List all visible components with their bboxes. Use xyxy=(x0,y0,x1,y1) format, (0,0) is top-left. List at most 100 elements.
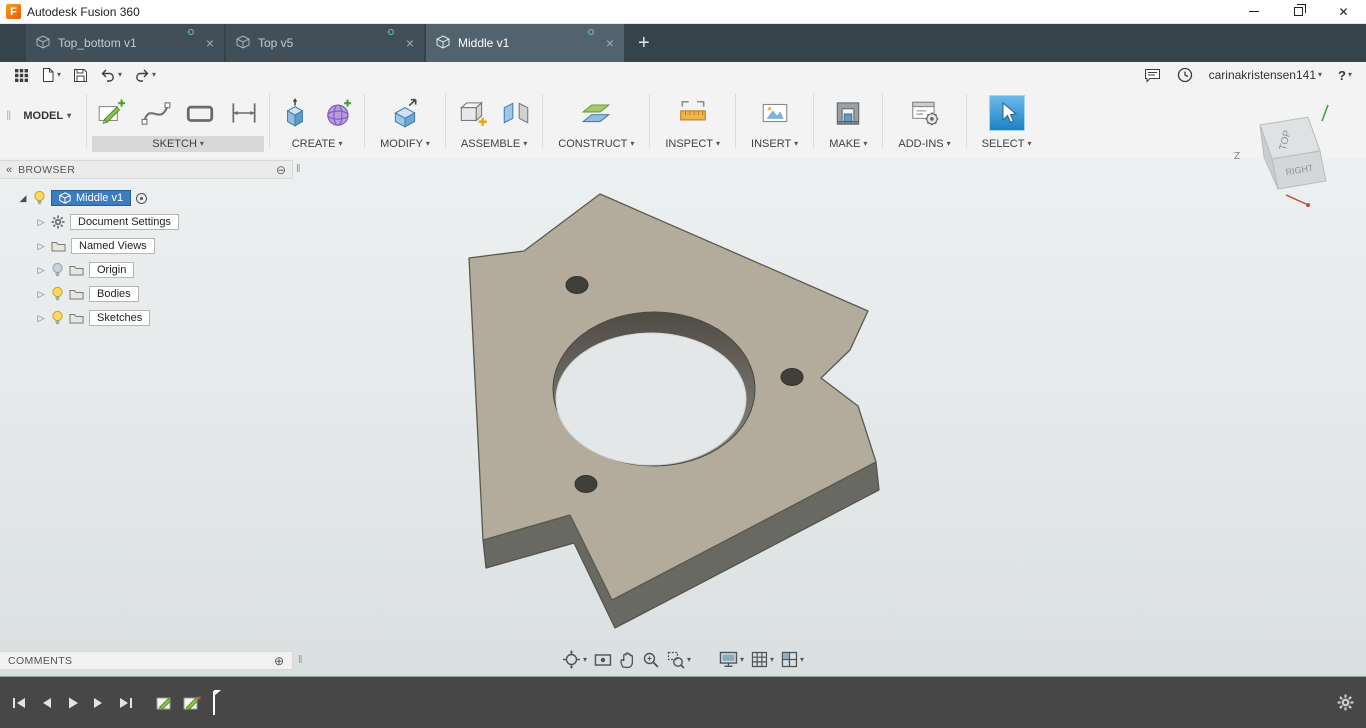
app-grid-button[interactable] xyxy=(8,64,35,86)
restore-button[interactable] xyxy=(1276,0,1321,23)
orbit-button[interactable]: ▾ xyxy=(562,650,587,669)
group-label-addins[interactable]: ADD-INS ▾ xyxy=(888,136,960,152)
file-icon xyxy=(43,68,54,82)
job-status-button[interactable] xyxy=(1171,64,1199,86)
rectangle-tool-button[interactable] xyxy=(180,93,220,133)
tree-row-root[interactable]: ◢ Middle v1 xyxy=(18,188,148,208)
group-label-sketch[interactable]: SKETCH ▾ xyxy=(92,136,265,152)
expand-open-icon[interactable]: ◢ xyxy=(18,193,28,204)
add-comment-icon[interactable]: ⊕ xyxy=(274,654,284,668)
group-label-inspect[interactable]: INSPECT ▾ xyxy=(655,136,730,152)
workspace-selector[interactable]: MODEL ▾ xyxy=(23,110,71,122)
group-label-insert[interactable]: INSERT ▾ xyxy=(741,136,808,152)
group-label-modify[interactable]: MODIFY ▾ xyxy=(370,136,440,152)
make-3d-print-button[interactable] xyxy=(828,93,868,133)
construction-plane-button[interactable] xyxy=(576,93,616,133)
modeling-canvas[interactable]: TOP RIGHT Z « BROWSER ⊖ ‖ ◢ Middle v1 ▷ … xyxy=(0,104,1366,676)
press-pull-button[interactable] xyxy=(385,93,425,133)
insert-canvas-button[interactable] xyxy=(755,93,795,133)
sketch-feature-icon[interactable] xyxy=(155,693,175,713)
sketch-feature-icon[interactable] xyxy=(182,693,202,713)
visibility-bulb-off-icon[interactable] xyxy=(51,262,64,278)
file-menu-button[interactable]: ▾ xyxy=(35,64,67,86)
browser-minimize-icon[interactable]: ⊖ xyxy=(276,163,286,177)
x-axis-line xyxy=(1285,194,1307,205)
tree-item-root[interactable]: Middle v1 xyxy=(51,190,132,206)
tree-row-origin[interactable]: ▷ Origin xyxy=(36,260,135,280)
tree-item-label[interactable]: Origin xyxy=(89,262,135,278)
tree-row-bodies[interactable]: ▷ Bodies xyxy=(36,284,139,304)
save-button[interactable] xyxy=(67,64,94,86)
timeline-playhead-marker[interactable] xyxy=(213,689,221,715)
visibility-bulb-on-icon[interactable] xyxy=(51,286,64,302)
viewcube[interactable]: TOP RIGHT Z xyxy=(1226,103,1356,213)
new-component-button[interactable] xyxy=(452,93,492,133)
group-label-make[interactable]: MAKE ▾ xyxy=(819,136,877,152)
tab-close-icon[interactable]: × xyxy=(604,35,616,51)
tab-close-icon[interactable]: × xyxy=(204,35,216,51)
viewports-button[interactable]: ▾ xyxy=(781,651,804,668)
comments-panel[interactable]: COMMENTS ⊕ xyxy=(0,651,293,670)
unsaved-indicator xyxy=(188,29,194,35)
browser-resize-grip[interactable]: ‖ xyxy=(296,163,301,175)
sketch-dimension-button[interactable] xyxy=(224,93,264,133)
tree-row-sketches[interactable]: ▷ Sketches xyxy=(36,308,151,328)
step-back-button[interactable] xyxy=(40,696,53,710)
tree-item-label[interactable]: Named Views xyxy=(71,238,155,254)
minimize-button[interactable] xyxy=(1231,0,1276,23)
zoom-button[interactable] xyxy=(642,651,660,669)
undo-button[interactable]: ▾ xyxy=(94,64,128,86)
pan-button[interactable] xyxy=(619,651,635,669)
measure-button[interactable] xyxy=(673,93,713,133)
model-viewport[interactable] xyxy=(0,158,1366,676)
user-account-menu[interactable]: carinakristensen141 ▾ xyxy=(1203,64,1328,86)
doc-tab-top-v5[interactable]: Top v5 × xyxy=(226,24,424,62)
tree-row-document-settings[interactable]: ▷ Document Settings xyxy=(36,212,179,232)
go-to-end-button[interactable] xyxy=(118,696,133,710)
expand-closed-icon[interactable]: ▷ xyxy=(36,289,46,300)
display-settings-button[interactable]: ▾ xyxy=(719,651,744,668)
expand-closed-icon[interactable]: ▷ xyxy=(36,217,46,228)
group-label-assemble[interactable]: ASSEMBLE ▾ xyxy=(451,136,537,152)
look-at-button[interactable] xyxy=(594,652,612,668)
visibility-bulb-on-icon[interactable] xyxy=(33,190,46,206)
fit-point-spline-button[interactable] xyxy=(136,93,176,133)
tab-close-icon[interactable]: × xyxy=(404,35,416,51)
grid-settings-button[interactable]: ▾ xyxy=(751,651,774,668)
timeline-settings-gear-button[interactable] xyxy=(1337,694,1354,711)
tree-item-label[interactable]: Document Settings xyxy=(70,214,179,230)
extrude-button[interactable] xyxy=(275,93,315,133)
toolbar-grip[interactable]: ‖ xyxy=(6,108,11,123)
collapse-browser-icon[interactable]: « xyxy=(6,164,12,176)
zoom-window-button[interactable]: ▾ xyxy=(667,651,691,669)
select-tool-button[interactable] xyxy=(988,95,1025,131)
comments-feed-button[interactable] xyxy=(1138,64,1167,86)
close-button[interactable]: ✕ xyxy=(1321,0,1366,23)
go-to-start-button[interactable] xyxy=(12,696,27,710)
doc-tab-middle-v1-active[interactable]: Middle v1 × xyxy=(426,24,624,62)
expand-closed-icon[interactable]: ▷ xyxy=(36,313,46,324)
comments-resize-grip[interactable]: ‖ xyxy=(298,654,303,666)
browser-header[interactable]: « BROWSER ⊖ xyxy=(0,160,293,179)
help-menu-button[interactable]: ? ▾ xyxy=(1332,64,1358,86)
scripts-addins-button[interactable] xyxy=(905,93,945,133)
group-label-construct[interactable]: CONSTRUCT ▾ xyxy=(548,136,644,152)
clock-icon xyxy=(1177,67,1192,83)
create-form-button[interactable] xyxy=(319,93,359,133)
redo-button[interactable]: ▾ xyxy=(128,64,162,86)
expand-closed-icon[interactable]: ▷ xyxy=(36,241,46,252)
tree-item-label[interactable]: Bodies xyxy=(89,286,139,302)
step-forward-button[interactable] xyxy=(92,696,105,710)
tree-item-label[interactable]: Sketches xyxy=(89,310,151,326)
group-label-select[interactable]: SELECT ▾ xyxy=(972,136,1042,152)
tree-row-named-views[interactable]: ▷ Named Views xyxy=(36,236,155,256)
new-document-tab-button[interactable]: + xyxy=(626,24,662,62)
activate-component-radio[interactable] xyxy=(136,192,148,204)
expand-closed-icon[interactable]: ▷ xyxy=(36,265,46,276)
create-sketch-button[interactable] xyxy=(92,93,132,133)
group-label-create[interactable]: CREATE ▾ xyxy=(275,136,359,152)
visibility-bulb-on-icon[interactable] xyxy=(51,310,64,326)
doc-tab-top-bottom[interactable]: Top_bottom v1 × xyxy=(26,24,224,62)
play-button[interactable] xyxy=(66,696,79,710)
joint-button[interactable] xyxy=(496,93,536,133)
